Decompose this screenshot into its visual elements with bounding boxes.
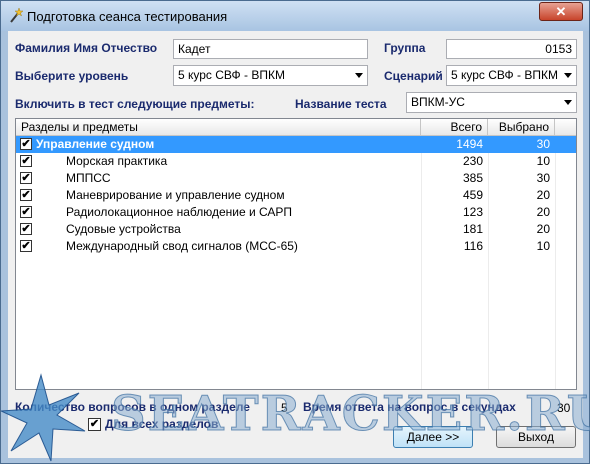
dialog-window: Подготовка сеанса тестирования ✕ Фамилия… <box>0 0 590 464</box>
answer-time-label: Время ответа на вопрос в секундах <box>303 400 516 414</box>
table-row[interactable]: ✔ Радиолокационное наблюдение и САРП 123 20 <box>16 204 576 221</box>
row-total: 181 <box>462 222 483 236</box>
row-subject-name: Маневрирование и управление судном <box>66 188 285 202</box>
level-select-value: 5 курс СВФ - ВПКМ <box>178 68 285 82</box>
title-bar: Подготовка сеанса тестирования ✕ <box>1 1 589 31</box>
exit-button[interactable]: Выход <box>496 426 576 448</box>
row-checkbox[interactable]: ✔ <box>20 138 32 150</box>
column-header-total[interactable]: Всего <box>421 119 488 136</box>
close-button[interactable]: ✕ <box>539 2 583 21</box>
answer-time-input[interactable]: 30 <box>557 401 570 415</box>
table-row[interactable]: ✔ Судовые устройства 181 20 <box>16 221 576 238</box>
fio-input[interactable]: Кадет <box>173 39 368 59</box>
row-selected[interactable]: 30 <box>488 136 550 153</box>
level-label: Выберите уровень <box>15 69 129 83</box>
test-name-select-value: ВПКМ-УС <box>411 95 465 109</box>
fio-label: Фамилия Имя Отчество <box>15 41 158 55</box>
row-total: 116 <box>463 239 483 253</box>
row-total: 385 <box>462 171 483 185</box>
row-subject-name: Международный свод сигналов (МСС-65) <box>66 239 298 253</box>
chevron-down-icon <box>564 100 572 105</box>
wand-icon <box>10 7 23 23</box>
column-header-subjects[interactable]: Разделы и предметы <box>16 119 421 136</box>
row-selected[interactable]: 10 <box>488 153 550 170</box>
row-subject-name: Морская практика <box>66 154 168 168</box>
row-selected[interactable]: 20 <box>488 204 550 221</box>
chevron-down-icon <box>355 73 363 78</box>
group-label: Группа <box>384 41 426 55</box>
row-selected[interactable]: 30 <box>488 170 550 187</box>
next-button[interactable]: Далее >> <box>393 426 473 448</box>
dialog-body: Фамилия Имя Отчество Кадет Группа 0153 В… <box>8 31 583 458</box>
table-row[interactable]: ✔ МППСС 385 30 <box>16 170 576 187</box>
row-checkbox[interactable]: ✔ <box>20 189 32 201</box>
scenario-select-value: 5 курс СВФ - ВПКМ <box>451 68 558 82</box>
level-select[interactable]: 5 курс СВФ - ВПКМ <box>173 65 368 86</box>
row-selected[interactable]: 10 <box>488 238 550 255</box>
chevron-down-icon <box>564 73 572 78</box>
row-subject-name: Радиолокационное наблюдение и САРП <box>66 205 293 219</box>
grid-header: Разделы и предметы Всего Выбрано <box>16 119 576 136</box>
row-selected[interactable]: 20 <box>488 187 550 204</box>
row-total: 230 <box>462 154 483 168</box>
table-row[interactable]: ✔ Морская практика 230 10 <box>16 153 576 170</box>
scenario-select[interactable]: 5 курс СВФ - ВПКМ <box>446 65 577 86</box>
test-name-label: Название теста <box>295 97 387 111</box>
window-title: Подготовка сеанса тестирования <box>27 9 228 24</box>
row-total: 1494 <box>456 137 483 151</box>
include-subjects-label: Включить в тест следующие предметы: <box>15 97 255 111</box>
group-input[interactable]: 0153 <box>446 39 577 59</box>
table-row[interactable]: ✔ Управление судном 1494 30 <box>16 136 576 153</box>
row-total: 459 <box>462 188 483 202</box>
questions-per-section-input[interactable]: 5 <box>281 401 288 415</box>
table-row[interactable]: ✔ Маневрирование и управление судном 459 20 <box>16 187 576 204</box>
row-checkbox[interactable]: ✔ <box>20 172 32 184</box>
row-checkbox[interactable]: ✔ <box>20 223 32 235</box>
row-total: 123 <box>462 205 483 219</box>
row-checkbox[interactable]: ✔ <box>20 155 32 167</box>
row-subject-name: МППСС <box>66 171 111 185</box>
row-checkbox[interactable]: ✔ <box>20 240 32 252</box>
row-selected[interactable]: 20 <box>488 221 550 238</box>
all-sections-label: Для всех разделов <box>105 417 219 431</box>
test-name-select[interactable]: ВПКМ-УС <box>406 92 577 113</box>
row-subject-name: Судовые устройства <box>66 222 181 236</box>
subjects-grid[interactable]: Разделы и предметы Всего Выбрано ✔ Управл… <box>15 118 577 390</box>
row-checkbox[interactable]: ✔ <box>20 206 32 218</box>
questions-per-section-label: Количество вопросов в одном разделе <box>15 400 250 414</box>
column-header-selected[interactable]: Выбрано <box>488 119 555 136</box>
table-row[interactable]: ✔ Международный свод сигналов (МСС-65) 116… <box>16 238 576 255</box>
scenario-label: Сценарий <box>384 69 443 83</box>
row-subject-name: Управление судном <box>36 137 155 151</box>
all-sections-checkbox[interactable]: ✔ <box>88 418 101 431</box>
